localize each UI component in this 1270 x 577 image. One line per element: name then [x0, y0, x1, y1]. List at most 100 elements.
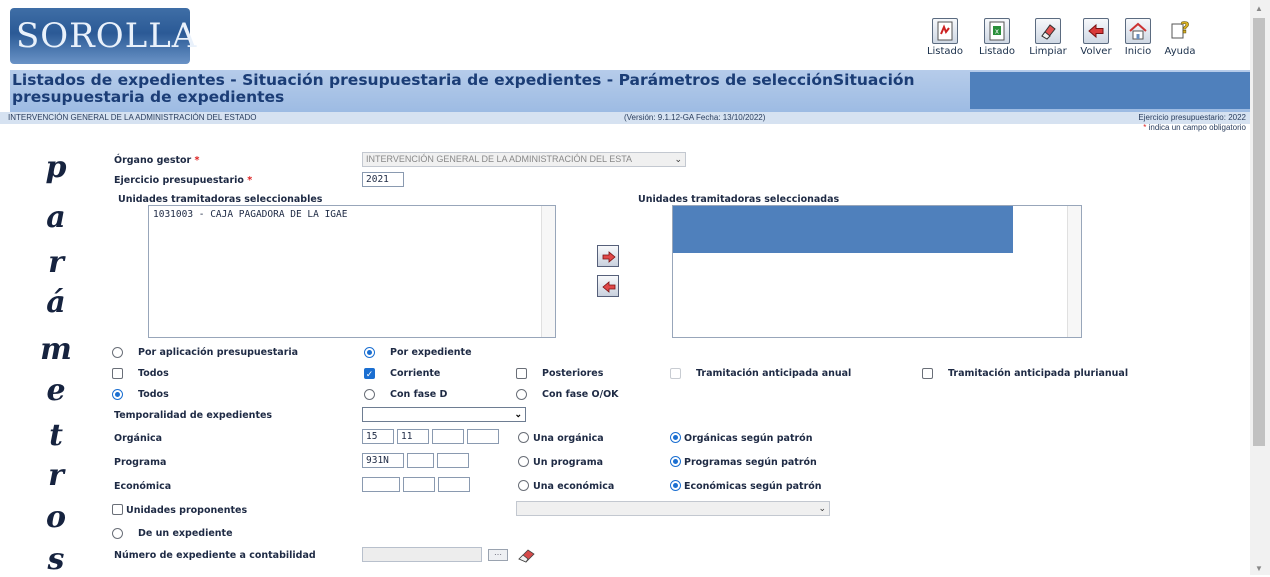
limpiar-button[interactable]: Limpiar	[1026, 18, 1070, 57]
inicio-button[interactable]: Inicio	[1120, 18, 1156, 57]
toolbar-label: Limpiar	[1029, 46, 1067, 57]
por-aplicacion-radio[interactable]	[112, 347, 123, 358]
side-letter: r	[48, 245, 64, 280]
list-scrollbar[interactable]	[541, 206, 555, 337]
organicas-patron-radio[interactable]	[670, 432, 681, 443]
de-un-expediente-label: De un expediente	[138, 528, 233, 539]
una-organica-radio[interactable]	[518, 432, 529, 443]
volver-button[interactable]: Volver	[1076, 18, 1116, 57]
eraser-icon[interactable]	[516, 547, 538, 563]
programas-patron-radio[interactable]	[670, 456, 681, 467]
posteriores-label: Posteriores	[542, 368, 604, 379]
toolbar-label: Inicio	[1124, 46, 1152, 57]
required-note-text: indica un campo obligatorio	[1148, 123, 1246, 132]
todos-fase-radio[interactable]	[112, 389, 123, 400]
excel-listado-button[interactable]: x Listado	[976, 18, 1018, 57]
posteriores-checkbox[interactable]	[516, 368, 527, 379]
eraser-icon	[1035, 18, 1061, 44]
organo-gestor-label: Órgano gestor *	[114, 155, 200, 166]
temporalidad-select[interactable]: ⌄	[362, 407, 526, 422]
side-letter: s	[47, 542, 65, 577]
organica-input-1[interactable]: 15	[362, 429, 394, 444]
organica-input-3[interactable]	[432, 429, 464, 444]
sorolla-logo: SOROLLA2	[10, 8, 218, 64]
app-header: SOROLLA2 Listado x Listado Limpiar Volve…	[0, 0, 1250, 68]
unidades-proponentes-checkbox[interactable]	[112, 504, 123, 515]
fiscal-year-info: Ejercicio presupuestario: 2022	[1138, 113, 1246, 122]
home-icon	[1125, 18, 1151, 44]
ejercicio-label-text: Ejercicio presupuestario	[114, 175, 244, 186]
economica-label: Económica	[114, 481, 172, 492]
remove-unit-button[interactable]	[597, 275, 619, 297]
tramitacion-anual-label: Tramitación anticipada anual	[696, 368, 852, 379]
programas-patron-label: Programas según patrón	[684, 457, 817, 468]
tramitacion-anual-checkbox[interactable]	[670, 368, 681, 379]
side-letter: á	[46, 285, 66, 320]
temporalidad-label: Temporalidad de expedientes	[114, 410, 273, 421]
page-title: Listados de expedientes - Situación pres…	[12, 71, 915, 106]
ellipsis-icon[interactable]: ⋯	[488, 549, 508, 561]
side-letter: e	[46, 373, 66, 408]
add-unit-button[interactable]	[597, 245, 619, 267]
logo-text: SOROLLA	[16, 16, 198, 56]
con-fase-d-radio[interactable]	[364, 389, 375, 400]
organica-input-4[interactable]	[467, 429, 499, 444]
por-aplicacion-label: Por aplicación presupuestaria	[138, 347, 299, 358]
side-letter: a	[46, 200, 66, 235]
todos-checkbox[interactable]	[112, 368, 123, 379]
economica-input-1[interactable]	[362, 477, 400, 492]
side-letter: m	[40, 332, 72, 367]
programa-input-1[interactable]: 931N	[362, 453, 404, 468]
unidades-proponentes-label: Unidades proponentes	[126, 505, 248, 516]
organo-gestor-label-text: Órgano gestor	[114, 155, 192, 166]
list-item[interactable]: 1031003 - CAJA PAGADORA DE LA IGAE	[153, 209, 551, 220]
pdf-report-icon	[932, 18, 958, 44]
page-scrollbar-thumb[interactable]	[1253, 18, 1265, 446]
toolbar-label: Listado	[978, 46, 1016, 57]
un-programa-radio[interactable]	[518, 456, 529, 467]
programa-input-3[interactable]	[437, 453, 469, 468]
chevron-down-icon: ⌄	[818, 503, 826, 513]
todos-label: Todos	[138, 368, 169, 379]
redacted-area	[673, 206, 1013, 253]
scroll-up-icon[interactable]: ▲	[1255, 4, 1263, 13]
organization-name: INTERVENCIÓN GENERAL DE LA ADMINISTRACIÓ…	[8, 113, 257, 122]
chevron-down-icon: ⌄	[514, 409, 522, 419]
right-arrow-icon	[602, 251, 616, 263]
required-note: * indica un campo obligatorio	[1143, 123, 1246, 132]
list-scrollbar[interactable]	[1067, 206, 1081, 337]
numero-expediente-label: Número de expediente a contabilidad	[114, 550, 316, 561]
de-un-expediente-radio[interactable]	[112, 528, 123, 539]
help-icon: ?	[1167, 18, 1193, 44]
organica-input-2[interactable]: 11	[397, 429, 429, 444]
unidades-seleccionadas-label: Unidades tramitadoras seleccionadas	[638, 194, 840, 205]
economica-input-3[interactable]	[438, 477, 470, 492]
scroll-down-icon[interactable]: ▼	[1255, 564, 1263, 573]
una-organica-label: Una orgánica	[533, 433, 604, 444]
pdf-listado-button[interactable]: Listado	[924, 18, 966, 57]
organica-label: Orgánica	[114, 433, 163, 444]
programa-input-2[interactable]	[407, 453, 434, 468]
por-expediente-radio[interactable]	[364, 347, 375, 358]
unidades-seleccionables-label: Unidades tramitadoras seleccionables	[118, 194, 323, 205]
ejercicio-input[interactable]: 2021	[362, 172, 404, 187]
organo-gestor-value: INTERVENCIÓN GENERAL DE LA ADMINISTRACIÓ…	[366, 154, 633, 164]
economicas-patron-label: Económicas según patrón	[684, 481, 822, 492]
economicas-patron-radio[interactable]	[670, 480, 681, 491]
con-fase-ook-radio[interactable]	[516, 389, 527, 400]
ayuda-button[interactable]: ? Ayuda	[1160, 18, 1200, 57]
toolbar-label: Volver	[1080, 46, 1112, 57]
tramitacion-plurianual-checkbox[interactable]	[922, 368, 933, 379]
numero-expediente-input[interactable]	[362, 547, 482, 562]
organo-gestor-select[interactable]: INTERVENCIÓN GENERAL DE LA ADMINISTRACIÓ…	[362, 152, 686, 167]
version-info: (Versión: 9.1.12-GA Fecha: 13/10/2022)	[624, 113, 766, 122]
toolbar-label: Ayuda	[1164, 46, 1196, 57]
unidades-seleccionables-list[interactable]: 1031003 - CAJA PAGADORA DE LA IGAE	[148, 205, 556, 338]
redacted-area	[970, 72, 1253, 109]
corriente-checkbox[interactable]: ✓	[364, 368, 375, 379]
economica-input-2[interactable]	[403, 477, 435, 492]
unidades-proponentes-select[interactable]: ⌄	[516, 501, 830, 516]
svg-text:x: x	[995, 28, 999, 36]
todos-fase-label: Todos	[138, 389, 169, 400]
una-economica-radio[interactable]	[518, 480, 529, 491]
